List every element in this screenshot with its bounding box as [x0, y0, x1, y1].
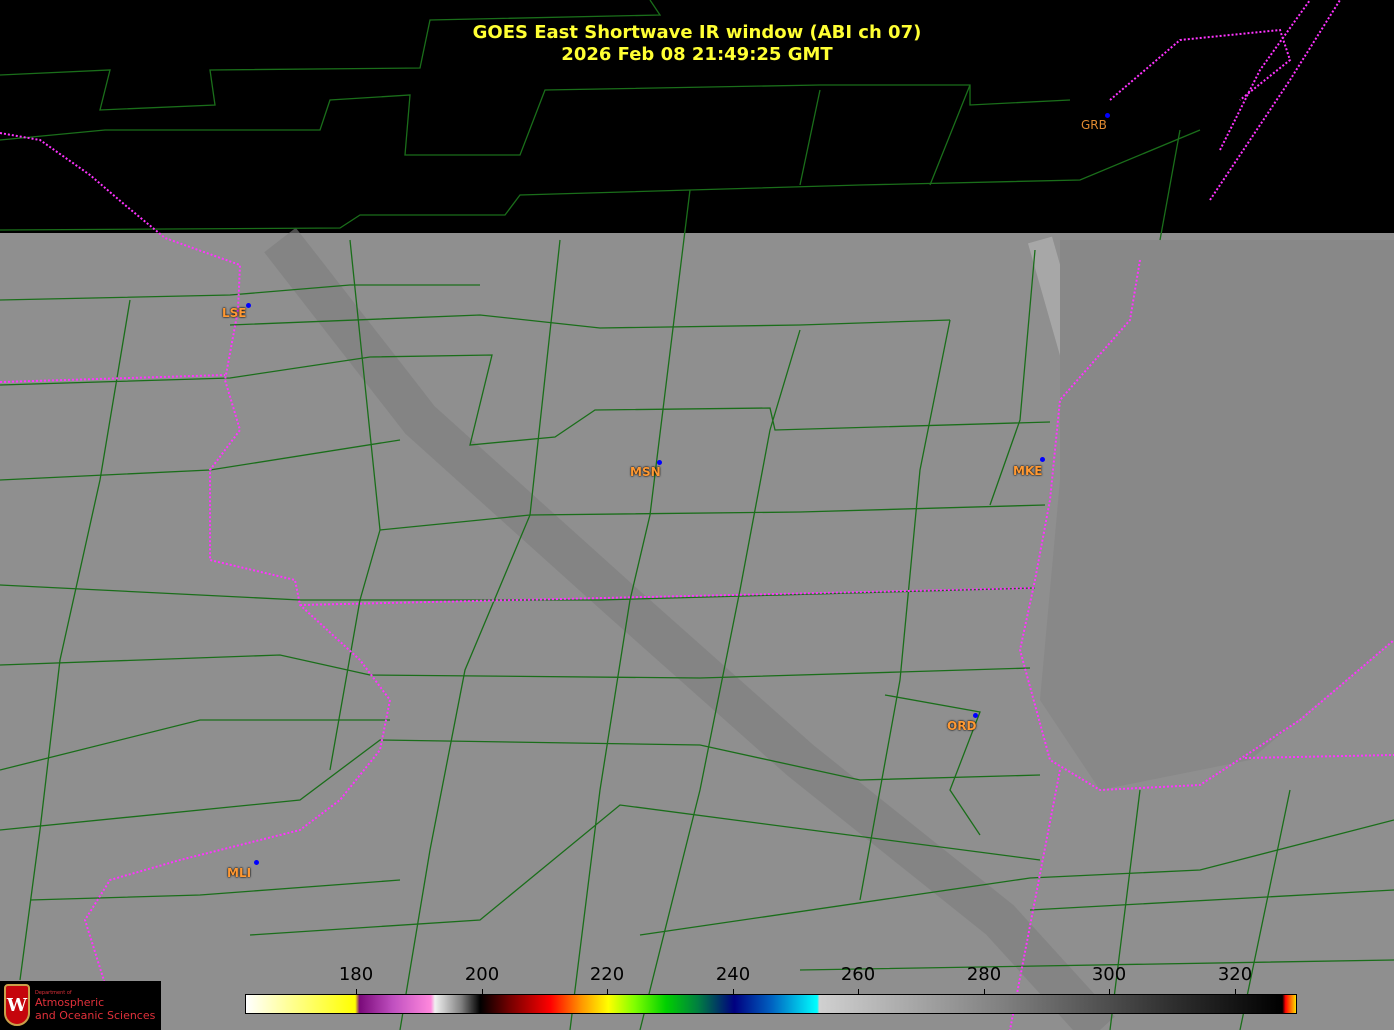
satellite-map — [0, 0, 1394, 1030]
colorbar-tick-label: 280 — [966, 964, 1002, 985]
station-label-grb: GRB — [1081, 118, 1107, 132]
temperature-colorbar — [245, 994, 1297, 1014]
station-dot-mli — [254, 860, 259, 865]
colorbar-tick-label: 260 — [840, 964, 876, 985]
colorbar-tick-label: 300 — [1091, 964, 1127, 985]
colorbar-tick-mark — [1109, 989, 1110, 994]
colorbar-tick-mark — [1235, 989, 1236, 994]
station-label-msn: MSN — [630, 465, 661, 479]
logo-line-1: Atmospheric — [35, 996, 105, 1009]
colorbar-tick-mark — [482, 989, 483, 994]
station-dot-ord — [973, 713, 978, 718]
colorbar-tick-label: 240 — [715, 964, 751, 985]
colorbar-tick-mark — [733, 989, 734, 994]
station-label-mke: MKE — [1013, 464, 1043, 478]
colorbar-tick-mark — [356, 989, 357, 994]
colorbar-tick-mark — [984, 989, 985, 994]
satellite-image-viewer: GOES East Shortwave IR window (ABI ch 07… — [0, 0, 1394, 1030]
station-label-mli: MLI — [227, 866, 252, 880]
colorbar-tick-label: 320 — [1217, 964, 1253, 985]
colorbar-tick-mark — [607, 989, 608, 994]
station-label-ord: ORD — [947, 719, 977, 733]
station-label-lse: LSE — [222, 306, 247, 320]
uw-crest-icon: W — [4, 984, 30, 1026]
colorbar-tick-label: 180 — [338, 964, 374, 985]
title-line-2: 2026 Feb 08 21:49:25 GMT — [561, 44, 833, 65]
aos-logo: W Department of Atmospheric and Oceanic … — [0, 981, 161, 1030]
colorbar-tick-mark — [858, 989, 859, 994]
title-line-1: GOES East Shortwave IR window (ABI ch 07… — [472, 22, 922, 43]
colorbar-tick-label: 220 — [589, 964, 625, 985]
station-dot-mke — [1040, 457, 1045, 462]
logo-line-2: and Oceanic Sciences — [35, 1009, 156, 1022]
colorbar-tick-label: 200 — [464, 964, 500, 985]
